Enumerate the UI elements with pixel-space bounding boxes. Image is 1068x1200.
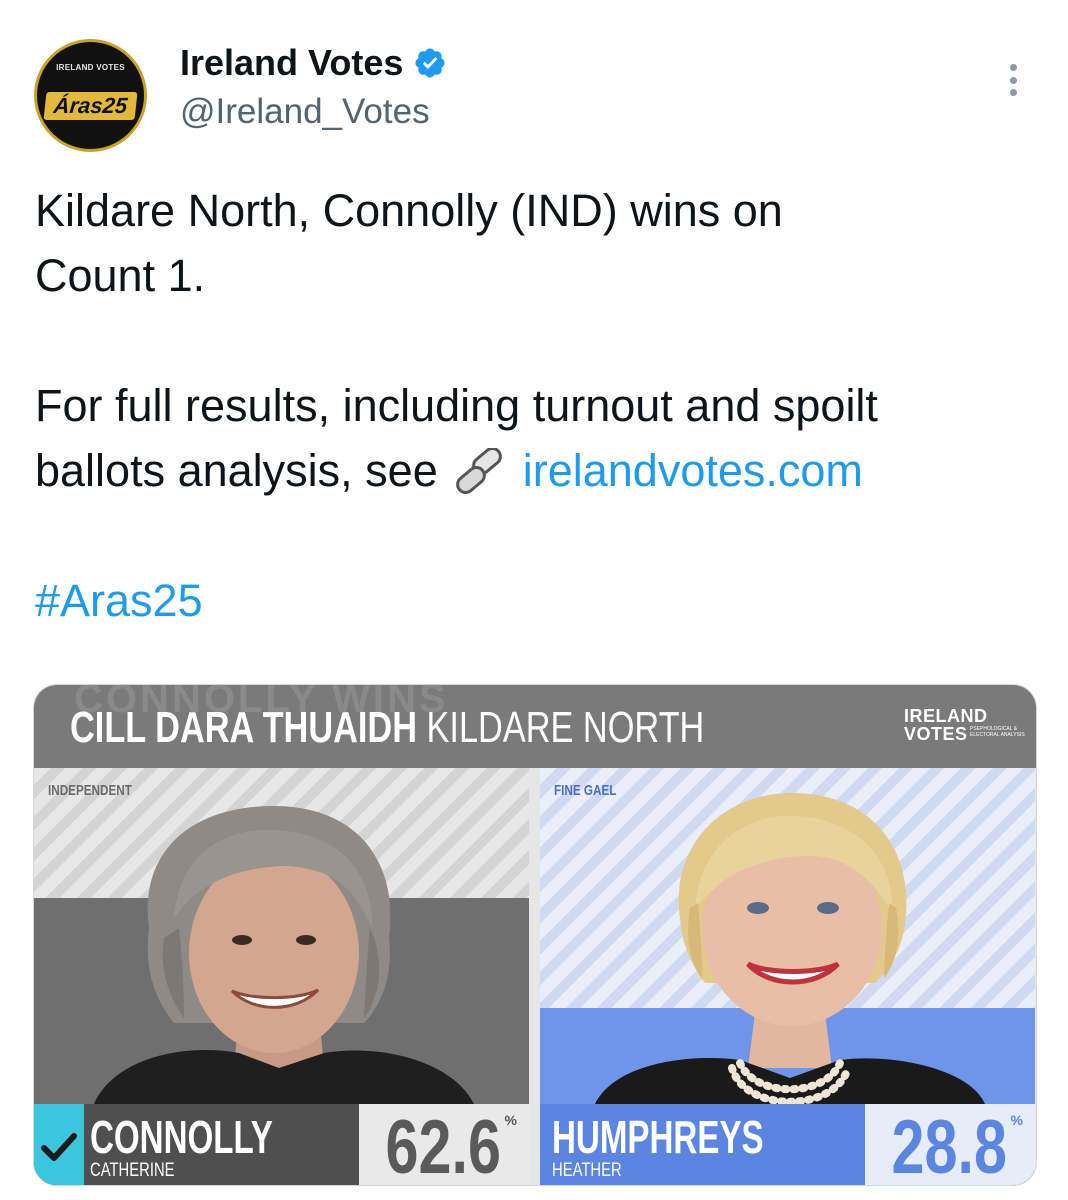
candidate-portrait-humphreys (595, 793, 985, 1104)
logo-small-text: PSEPHOLOGICAL & ELECTORAL ANALYSIS (970, 726, 1025, 738)
candidate-surname: CONNOLLY (90, 1111, 273, 1163)
hashtag-link[interactable]: #Aras25 (35, 568, 1045, 633)
candidate-name-bar: CONNOLLY CATHERINE 62.6 % (34, 1104, 529, 1186)
candidate-panel-humphreys: FINE GAEL HUMPHREYS HEATHER 28.8 % (540, 768, 1035, 1186)
more-dot (1009, 76, 1017, 84)
logo-line2: VOTES (904, 724, 968, 744)
percent-sign: % (504, 1112, 517, 1128)
display-name-row: Ireland Votes (180, 40, 447, 86)
tweet-link-line: ballots analysis, see irelandvotes.com (35, 438, 1045, 503)
link-emoji-icon (450, 446, 510, 494)
tweet-line-prefix: ballots analysis, see (35, 445, 438, 496)
tweet-line: Kildare North, Connolly (IND) wins on (35, 185, 783, 236)
more-options-icon[interactable] (998, 60, 1028, 100)
vote-share-value: 28.8 (891, 1105, 1007, 1186)
avatar-main-text: Áras25 (43, 92, 138, 120)
more-dot (1009, 64, 1017, 71)
avatar-top-text: IRELAND VOTES (56, 63, 125, 72)
vote-share-value: 62.6 (385, 1105, 501, 1186)
logo-line1: IRELAND (904, 706, 988, 726)
website-link[interactable]: irelandvotes.com (523, 445, 863, 496)
more-dot (1009, 89, 1017, 96)
vote-share-box: 28.8 % (865, 1104, 1035, 1186)
tweet-line: Count 1. (35, 250, 206, 301)
tweet-line: For full results, including turnout and … (35, 380, 878, 431)
card-title: CILL DARA THUAIDH KILDARE NORTH (70, 700, 704, 756)
avatar[interactable]: IRELAND VOTES Áras25 (34, 39, 147, 152)
candidate-first-name: CATHERINE (90, 1160, 175, 1181)
display-name[interactable]: Ireland Votes (180, 40, 403, 86)
card-title-irish: CILL DARA THUAIDH (70, 703, 417, 752)
percent-sign: % (1010, 1112, 1023, 1128)
candidate-panel-connolly: INDEPENDENT CONNOLLY CATHERINE 62.6 % (34, 768, 529, 1186)
candidate-name-bar: HUMPHREYS HEATHER 28.8 % (540, 1104, 1035, 1186)
tweet-text: Kildare North, Connolly (IND) wins on Co… (35, 178, 1045, 633)
tweet-header: IRELAND VOTES Áras25 Ireland Votes @Irel… (0, 0, 1068, 160)
candidate-portrait-connolly (94, 805, 474, 1104)
ireland-votes-logo: IRELAND VOTES PSEPHOLOGICAL & ELECTORAL … (904, 707, 1032, 747)
candidate-first-name: HEATHER (552, 1160, 622, 1181)
result-graphic-card[interactable]: CONNOLLY WINS CILL DARA THUAIDH KILDARE … (33, 684, 1037, 1186)
card-header: CONNOLLY WINS CILL DARA THUAIDH KILDARE … (34, 685, 1036, 768)
winner-check-icon (34, 1104, 84, 1185)
verified-badge-icon (413, 46, 447, 80)
candidate-surname: HUMPHREYS (552, 1111, 764, 1163)
vote-share-box: 62.6 % (359, 1104, 529, 1186)
card-title-english: KILDARE NORTH (426, 703, 705, 752)
user-handle[interactable]: @Ireland_Votes (180, 90, 430, 134)
